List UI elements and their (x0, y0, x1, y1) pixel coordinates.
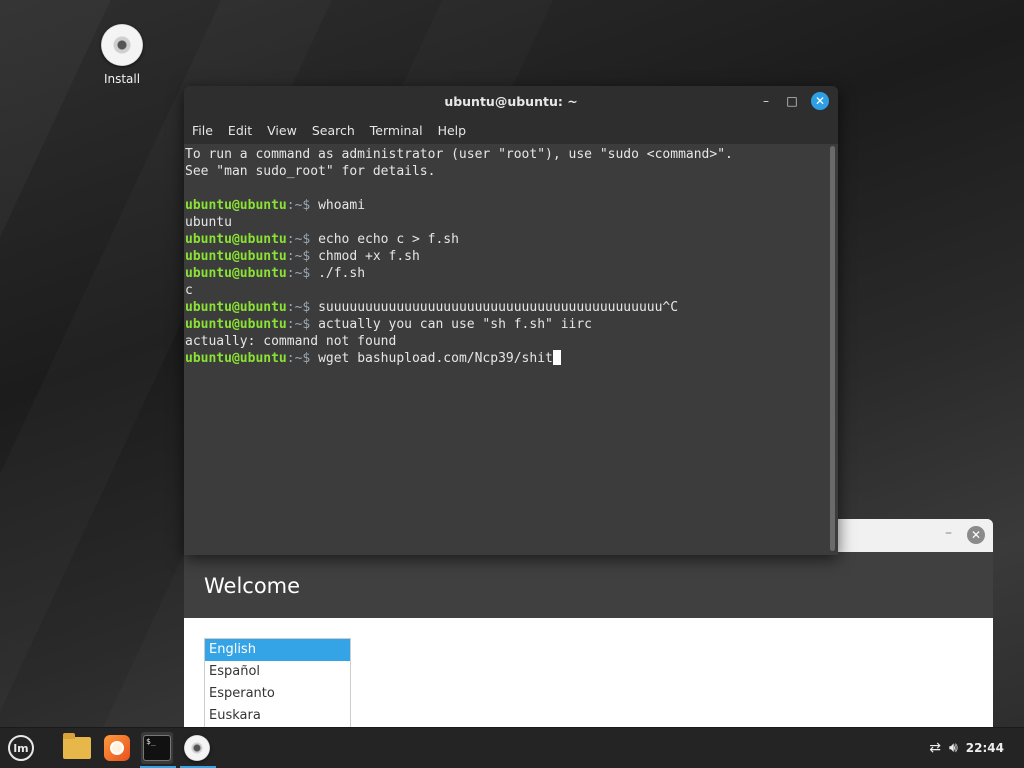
prompt-user: ubuntu@ubuntu (185, 266, 287, 281)
terminal-output[interactable]: To run a command as administrator (user … (184, 144, 828, 555)
close-button[interactable]: ✕ (811, 92, 829, 110)
terminal-line: See "man sudo_root" for details. (185, 163, 827, 180)
welcome-close-button[interactable]: ✕ (967, 526, 985, 544)
start-menu-button[interactable]: lm (5, 732, 37, 764)
prompt-user: ubuntu@ubuntu (185, 232, 287, 247)
terminal-line: actually: command not found (185, 333, 827, 350)
prompt-separator: :~$ (286, 249, 319, 264)
output-text: ubuntu (185, 215, 232, 230)
prompt-user: ubuntu@ubuntu (185, 351, 287, 366)
taskbar: lm $_ ⇄ 🔊︎ 22:44 (0, 727, 1024, 768)
text-cursor (552, 350, 561, 365)
output-text: To run a command as administrator (user … (185, 147, 733, 162)
disc-icon (184, 735, 210, 761)
terminal-window: ubuntu@ubuntu: ~ – □ ✕ File Edit View Searc… (184, 86, 838, 555)
minimize-button[interactable]: – (758, 93, 774, 109)
network-disconnected-icon[interactable]: ⇄ (929, 740, 941, 756)
terminal-line: ubuntu@ubuntu:~$ wget bashupload.com/Ncp… (185, 350, 827, 367)
menu-terminal[interactable]: Terminal (370, 123, 423, 138)
menu-help[interactable]: Help (438, 123, 467, 138)
terminal-line: To run a command as administrator (user … (185, 146, 827, 163)
folder-icon (63, 733, 91, 759)
firefox-launcher[interactable] (101, 732, 133, 764)
maximize-button[interactable]: □ (784, 93, 800, 109)
terminal-line: c (185, 282, 827, 299)
output-text: c (185, 283, 193, 298)
command-text: suuuuuuuuuuuuuuuuuuuuuuuuuuuuuuuuuuuuuuu… (318, 300, 679, 315)
terminal-line: ubuntu (185, 214, 827, 231)
command-text: ./f.sh (318, 266, 366, 281)
prompt-user: ubuntu@ubuntu (185, 198, 287, 213)
language-item[interactable]: English (205, 639, 350, 661)
terminal-line: ubuntu@ubuntu:~$ suuuuuuuuuuuuuuuuuuuuuu… (185, 299, 827, 316)
welcome-title: Welcome (204, 574, 301, 598)
prompt-user: ubuntu@ubuntu (185, 300, 287, 315)
language-list[interactable]: English Español Esperanto Euskara (204, 638, 351, 728)
files-launcher[interactable] (61, 732, 93, 764)
welcome-minimize-button[interactable]: – (945, 525, 952, 541)
prompt-user: ubuntu@ubuntu (185, 317, 287, 332)
terminal-line: ubuntu@ubuntu:~$ actually you can use "s… (185, 316, 827, 333)
system-tray: ⇄ 🔊︎ 22:44 (929, 728, 1024, 768)
command-text: wget bashupload.com/Ncp39/shit (318, 351, 553, 366)
prompt-separator: :~$ (286, 266, 319, 281)
terminal-titlebar[interactable]: ubuntu@ubuntu: ~ – □ ✕ (184, 86, 838, 116)
prompt-separator: :~$ (286, 351, 319, 366)
welcome-header: Welcome (184, 552, 993, 618)
command-text: whoami (318, 198, 366, 213)
desktop-install-icon[interactable]: Install (92, 22, 152, 86)
mint-logo-icon: lm (8, 735, 34, 761)
clock[interactable]: 22:44 (966, 741, 1004, 755)
prompt-separator: :~$ (286, 198, 319, 213)
terminal-line: ubuntu@ubuntu:~$ echo echo c > f.sh (185, 231, 827, 248)
menu-file[interactable]: File (192, 123, 213, 138)
command-text: actually you can use "sh f.sh" iirc (318, 317, 592, 332)
menu-view[interactable]: View (267, 123, 297, 138)
menu-edit[interactable]: Edit (228, 123, 252, 138)
volume-icon[interactable]: 🔊︎ (949, 740, 958, 756)
output-text: actually: command not found (185, 334, 397, 349)
terminal-menubar: File Edit View Search Terminal Help (184, 116, 838, 144)
terminal-title: ubuntu@ubuntu: ~ (444, 94, 578, 109)
terminal-task-button[interactable]: $_ (141, 732, 173, 764)
terminal-line: ubuntu@ubuntu:~$ chmod +x f.sh (185, 248, 827, 265)
output-text: See "man sudo_root" for details. (185, 164, 436, 179)
prompt-user: ubuntu@ubuntu (185, 249, 287, 264)
install-label: Install (103, 72, 141, 86)
menu-search[interactable]: Search (312, 123, 355, 138)
terminal-line: ubuntu@ubuntu:~$ ./f.sh (185, 265, 827, 282)
prompt-separator: :~$ (286, 232, 319, 247)
prompt-separator: :~$ (286, 300, 319, 315)
firefox-icon (104, 735, 130, 761)
command-text: echo echo c > f.sh (318, 232, 459, 247)
language-item[interactable]: Euskara (205, 705, 350, 727)
terminal-icon: $_ (143, 735, 171, 761)
command-text: chmod +x f.sh (318, 249, 420, 264)
language-item[interactable]: Esperanto (205, 683, 350, 705)
terminal-line: ubuntu@ubuntu:~$ whoami (185, 197, 827, 214)
terminal-scrollbar[interactable] (830, 146, 835, 551)
disc-icon (101, 24, 143, 66)
install-task-button[interactable] (181, 732, 213, 764)
prompt-separator: :~$ (286, 317, 319, 332)
language-item[interactable]: Español (205, 661, 350, 683)
